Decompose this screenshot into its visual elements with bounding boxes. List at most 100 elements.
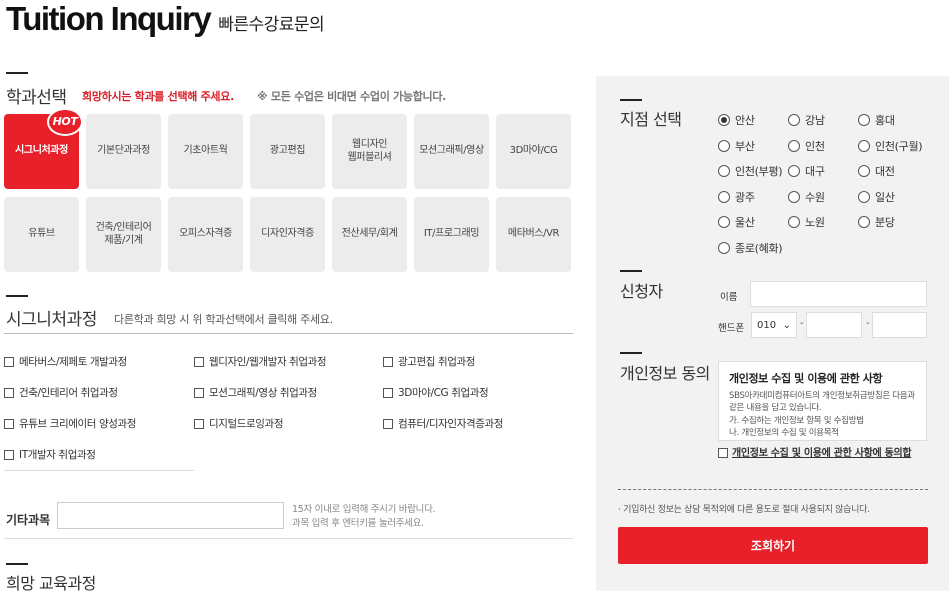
branch-radio-option[interactable]: 광주 bbox=[718, 189, 755, 205]
branch-radio-option[interactable]: 일산 bbox=[858, 189, 895, 205]
radio-button[interactable] bbox=[788, 139, 800, 152]
department-tile[interactable]: 시그니처과정 HOT bbox=[4, 108, 83, 189]
radio-button[interactable] bbox=[788, 165, 800, 177]
branch-radio-option[interactable]: 수원 bbox=[788, 189, 825, 205]
section-divider bbox=[620, 270, 642, 272]
tile-label-line: 전산세무/회계 bbox=[341, 228, 398, 240]
department-tile[interactable]: 모션그래픽/영상 bbox=[414, 114, 489, 189]
course-checkbox-item[interactable]: 모션그래픽/영상 취업과정 bbox=[194, 385, 317, 400]
checkbox[interactable] bbox=[4, 387, 14, 398]
branch-radio-option[interactable]: 울산 bbox=[718, 214, 755, 230]
radio-button[interactable] bbox=[788, 114, 800, 126]
course-checkbox-item[interactable]: 메타버스/제페토 개발과정 bbox=[4, 354, 127, 369]
department-tile-label: 광고편집 bbox=[270, 145, 306, 158]
radio-button[interactable] bbox=[858, 190, 870, 203]
branch-radio-option[interactable]: 대전 bbox=[858, 163, 895, 179]
course-checkbox-item[interactable]: 유튜브 크리에이터 양성과정 bbox=[4, 416, 136, 431]
checkbox[interactable] bbox=[718, 448, 728, 458]
radio-button[interactable] bbox=[718, 190, 730, 203]
checkbox[interactable] bbox=[4, 449, 14, 460]
course-checkbox-item[interactable]: 웹디자인/웹개발자 취업과정 bbox=[194, 354, 327, 369]
hot-badge: HOT bbox=[47, 108, 83, 136]
radio-button[interactable] bbox=[858, 114, 870, 126]
checkbox[interactable] bbox=[194, 418, 204, 429]
department-tile[interactable]: 오피스자격증 bbox=[168, 197, 243, 272]
course-label: 유튜브 크리에이터 양성과정 bbox=[19, 418, 136, 430]
name-input[interactable] bbox=[750, 281, 927, 307]
phone-middle-input[interactable] bbox=[806, 312, 862, 338]
department-tile[interactable]: IT/프로그래밍 bbox=[414, 197, 489, 272]
dotted-divider bbox=[618, 489, 928, 490]
branch-radio-option[interactable]: 안산 bbox=[718, 112, 755, 128]
checkbox[interactable] bbox=[383, 418, 393, 429]
etc-course-hint: 15자 이내로 입력해 주시기 바랍니다. 과목 입력 후 엔터키를 눌러주세요… bbox=[292, 503, 436, 532]
department-tile[interactable]: 디자인자격증 bbox=[250, 197, 325, 272]
page-header: Tuition Inquiry 빠른수강료문의 bbox=[6, 0, 325, 40]
course-label: 모션그래픽/영상 취업과정 bbox=[209, 387, 317, 399]
radio-button[interactable] bbox=[858, 139, 870, 152]
branch-radio-option[interactable]: 부산 bbox=[718, 138, 755, 154]
radio-button[interactable] bbox=[858, 165, 870, 177]
department-tile[interactable]: 3D마야/CG bbox=[496, 114, 571, 189]
checkbox[interactable] bbox=[194, 356, 204, 367]
course-label: 디지털드로잉과정 bbox=[209, 418, 284, 430]
tile-label-line: 기초아트웍 bbox=[183, 145, 228, 157]
phone-prefix-value: 010 bbox=[757, 319, 777, 331]
radio-button[interactable] bbox=[718, 241, 730, 254]
course-checkbox-item[interactable]: 건축/인테리어 취업과정 bbox=[4, 385, 118, 400]
department-tile[interactable]: 기초아트웍 bbox=[168, 114, 243, 189]
phone-prefix-select[interactable]: 010 ⌄ bbox=[751, 312, 797, 338]
branch-label: 인천(부평) bbox=[735, 165, 783, 178]
branch-radio-option[interactable]: 노원 bbox=[788, 214, 825, 230]
radio-button[interactable] bbox=[788, 216, 800, 228]
submit-button[interactable]: 조회하기 bbox=[618, 527, 928, 564]
branch-label: 홍대 bbox=[875, 114, 895, 127]
branch-radio-option[interactable]: 인천(부평) bbox=[718, 163, 783, 179]
branch-radio-option[interactable]: 강남 bbox=[788, 112, 825, 128]
branch-radio-option[interactable]: 종로(혜화) bbox=[718, 240, 783, 256]
branch-radio-option[interactable]: 인천(구월) bbox=[858, 138, 923, 154]
radio-button[interactable] bbox=[788, 190, 800, 203]
tile-label-line: 시그니처과정 bbox=[15, 145, 68, 157]
wish-course-section-title: 희망 교육과정 bbox=[6, 574, 96, 591]
course-checkbox-item[interactable]: 디지털드로잉과정 bbox=[194, 416, 283, 431]
department-tile-label: 디자인자격증 bbox=[261, 228, 314, 241]
phone-last-input[interactable] bbox=[872, 312, 927, 338]
branch-label: 분당 bbox=[875, 216, 895, 229]
department-tile[interactable]: 웹디자인 웹퍼블리셔 bbox=[332, 114, 407, 189]
section-divider bbox=[6, 563, 28, 565]
branch-radio-option[interactable]: 대구 bbox=[788, 163, 825, 179]
branch-radio-option[interactable]: 홍대 bbox=[858, 112, 895, 128]
branch-radio-option[interactable]: 인천 bbox=[788, 138, 825, 154]
checkbox[interactable] bbox=[383, 387, 393, 398]
course-checkbox-item[interactable]: 컴퓨터/디자인자격증과정 bbox=[383, 416, 503, 431]
checkbox[interactable] bbox=[383, 356, 393, 367]
branch-label: 대구 bbox=[805, 165, 825, 178]
department-tile[interactable]: 메타버스/VR bbox=[496, 197, 571, 272]
department-tile-label: IT/프로그래밍 bbox=[424, 228, 480, 241]
department-tile[interactable]: 광고편집 bbox=[250, 114, 325, 189]
radio-button[interactable] bbox=[718, 216, 730, 228]
checkbox[interactable] bbox=[4, 418, 14, 429]
course-label: 메타버스/제페토 개발과정 bbox=[19, 356, 127, 368]
privacy-agree-checkbox[interactable]: 개인정보 수집 및 이용에 관한 사항에 동의합 bbox=[718, 446, 928, 462]
etc-course-input[interactable] bbox=[57, 502, 284, 529]
branch-radio-option[interactable]: 분당 bbox=[858, 214, 895, 230]
checkbox[interactable] bbox=[194, 387, 204, 398]
radio-button[interactable] bbox=[718, 139, 730, 152]
branch-label: 부산 bbox=[735, 139, 755, 153]
course-checkbox-item[interactable]: 광고편집 취업과정 bbox=[383, 354, 475, 369]
department-tile[interactable]: 기본단과과정 bbox=[86, 114, 161, 189]
department-tile[interactable]: 건축/인테리어 제품/기계 bbox=[86, 197, 161, 272]
department-tile[interactable]: 유튜브 bbox=[4, 197, 79, 272]
radio-button[interactable] bbox=[718, 165, 730, 177]
privacy-terms-box[interactable]: 개인정보 수집 및 이용에 관한 사항 SBS아카데미컴퓨터아트의 개인정보취급… bbox=[718, 361, 927, 441]
course-checkbox-item[interactable]: 3D마야/CG 취업과정 bbox=[383, 385, 489, 400]
department-tile[interactable]: 전산세무/회계 bbox=[332, 197, 407, 272]
checkbox[interactable] bbox=[4, 356, 14, 367]
radio-button[interactable] bbox=[858, 216, 870, 228]
branch-label: 울산 bbox=[735, 216, 755, 229]
course-checkbox-item[interactable]: IT개발자 취업과정 bbox=[4, 447, 96, 462]
course-label: 3D마야/CG 취업과정 bbox=[398, 387, 489, 399]
radio-button[interactable] bbox=[718, 114, 730, 126]
